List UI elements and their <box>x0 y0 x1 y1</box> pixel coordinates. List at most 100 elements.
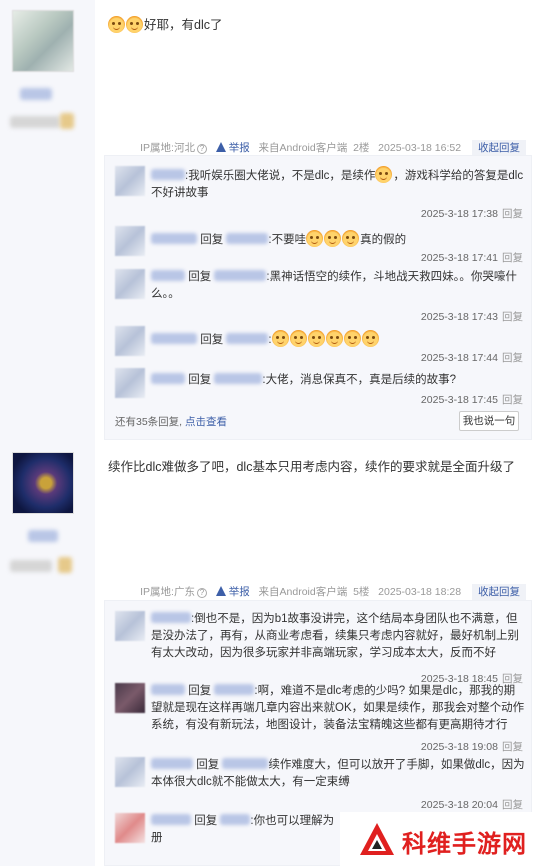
reply-body: :你也可以理解为 <box>250 815 335 827</box>
reply-prefix: 回复 <box>188 685 212 697</box>
post-meta: IP属地:河北? 举报 来自Android客户端 2楼 2025-03-18 1… <box>140 140 526 156</box>
user-sidebar <box>0 0 95 866</box>
reply-username[interactable] <box>151 333 197 344</box>
reply-list: :我听娱乐圈大佬说，不是dlc，是续作 ，游戏科学给的答复是dlc不好讲故事 20… <box>104 155 532 440</box>
reply-body: :不要哇 <box>268 234 307 246</box>
user-badge-icon <box>58 557 72 573</box>
ip-location: IP属地:广东 <box>140 586 195 598</box>
floor-number: 2楼 <box>353 142 370 154</box>
reply-target-username[interactable] <box>226 233 269 244</box>
reply-avatar[interactable] <box>115 326 145 356</box>
reply-target-username[interactable] <box>226 333 269 344</box>
reply-username[interactable] <box>151 814 191 825</box>
post-content: 续作比dlc难做多了吧，dlc基本只用考虑内容，续作的要求就是全面升级了 <box>108 460 515 474</box>
reply-prefix: 回复 <box>200 334 224 346</box>
reply-avatar[interactable] <box>115 611 145 641</box>
reply-avatar[interactable] <box>115 683 145 713</box>
reply-time: 2025-3-18 17:43 回复 <box>421 309 523 324</box>
reply-target-username[interactable] <box>222 758 269 769</box>
avatar[interactable] <box>12 452 74 514</box>
reply-avatar[interactable] <box>115 368 145 398</box>
help-icon[interactable]: ? <box>196 144 207 154</box>
reply-username[interactable] <box>151 233 197 244</box>
fold-replies-button[interactable]: 收起回复 <box>472 140 526 156</box>
list-item: 回复 :啊，难道不是dlc考虑的少吗? 如果是dlc，那我的期望就是现在这样再端… <box>115 683 525 754</box>
avatar[interactable] <box>12 10 74 72</box>
reply-button[interactable]: 回复 <box>502 311 523 323</box>
cry-emoji-icon <box>324 230 342 247</box>
reply-button[interactable]: 回复 <box>502 252 523 264</box>
user-badge-icon <box>60 113 74 129</box>
post-time: 2025-03-18 18:28 <box>378 586 462 598</box>
reply-text: 回复 :黑神话悟空的续作，斗地战天救四妹。。你哭嚎什么。。 <box>151 269 525 303</box>
help-icon[interactable]: ? <box>196 588 207 598</box>
reply-text: 回复 :不要哇 真的假的 <box>151 230 525 249</box>
reply-text: :我听娱乐圈大佬说，不是dlc，是续作 ，游戏科学给的答复是dlc不好讲故事 <box>151 166 525 202</box>
reply-prefix: 回复 <box>196 759 220 771</box>
post-text: 好耶，有dlc了 <box>144 18 223 32</box>
reply-avatar[interactable] <box>115 757 145 787</box>
reply-avatar[interactable] <box>115 226 145 256</box>
fold-replies-button[interactable]: 收起回复 <box>472 584 526 600</box>
username-blurred[interactable] <box>28 530 58 542</box>
report-icon[interactable] <box>215 586 227 596</box>
reply-text: 回复 续作难度大，但可以放开了手脚，如果做dlc，因为本体很大dlc就不能做太大… <box>151 757 525 791</box>
post-meta: IP属地:广东? 举报 来自Android客户端 5楼 2025-03-18 1… <box>140 584 526 600</box>
reply-target-username[interactable] <box>214 270 267 281</box>
reply-target-username[interactable] <box>214 373 263 384</box>
smile-emoji-icon <box>126 16 143 33</box>
reply-text: 回复 : <box>151 330 525 349</box>
reply-timestamp: 2025-3-18 17:45 <box>420 394 498 406</box>
reply-time: 2025-3-18 17:38 回复 <box>421 206 523 221</box>
client-source: 来自Android客户端 <box>258 586 348 598</box>
reply-target-username[interactable] <box>214 684 255 695</box>
reply-timestamp: 2025-3-18 17:43 <box>420 311 498 323</box>
reply-username[interactable] <box>151 169 185 180</box>
reply-button[interactable]: 回复 <box>502 394 523 406</box>
user-level-blurred <box>10 560 52 572</box>
cry-emoji-icon <box>342 230 360 247</box>
reply-prefix: 回复 <box>194 815 218 827</box>
reply-time: 2025-3-18 17:41 回复 <box>421 250 523 265</box>
reply-button[interactable]: 回复 <box>502 352 523 364</box>
laugh-cry-emoji-icon <box>307 330 325 347</box>
reply-timestamp: 2025-3-18 20:04 <box>420 799 498 811</box>
reply-avatar[interactable] <box>115 813 145 843</box>
reply-body-cont: 册 <box>151 832 163 844</box>
reply-timestamp: 2025-3-18 17:38 <box>420 208 498 220</box>
report-icon[interactable] <box>215 142 227 152</box>
username-blurred[interactable] <box>20 88 52 100</box>
watermark-logo-icon <box>360 823 394 855</box>
report-link[interactable]: 举报 <box>229 586 250 598</box>
view-more-link[interactable]: 点击查看 <box>185 416 227 428</box>
reply-body: : <box>268 334 272 346</box>
reply-avatar[interactable] <box>115 166 145 196</box>
reply-username[interactable] <box>151 684 185 695</box>
list-item: 回复 :黑神话悟空的续作，斗地战天救四妹。。你哭嚎什么。。 2025-3-18 … <box>115 269 525 324</box>
user-level-blurred <box>10 116 60 128</box>
reply-time: 2025-3-18 17:44 回复 <box>421 350 523 365</box>
laugh-cry-emoji-icon <box>289 330 307 347</box>
reply-timestamp: 2025-3-18 17:41 <box>420 252 498 264</box>
reply-username[interactable] <box>151 373 185 384</box>
reply-button[interactable]: 回复 <box>502 799 523 811</box>
reply-body: :大佬，消息保真不，真是后续的故事? <box>262 374 456 386</box>
reply-text: :倒也不是，因为b1故事没讲完，这个结局本身团队也不满意，但是没办法了，再有，从… <box>151 611 525 662</box>
reply-button[interactable]: 回复 <box>502 208 523 220</box>
list-item: 回复 :不要哇 真的假的 2025-3-18 17:41 回复 <box>115 226 525 266</box>
reply-target-username[interactable] <box>220 814 251 825</box>
reply-username[interactable] <box>151 270 185 281</box>
reply-prefix: 回复 <box>188 271 212 283</box>
list-item: :倒也不是，因为b1故事没讲完，这个结局本身团队也不满意，但是没办法了，再有，从… <box>115 611 525 685</box>
reply-time: 2025-3-18 19:08 回复 <box>421 739 523 754</box>
reply-username[interactable] <box>151 758 193 769</box>
reply-avatar[interactable] <box>115 269 145 299</box>
smile-emoji-icon <box>108 16 125 33</box>
write-reply-button[interactable]: 我也说一句 <box>459 411 519 431</box>
reply-button[interactable]: 回复 <box>502 741 523 753</box>
report-link[interactable]: 举报 <box>229 142 250 154</box>
reply-body: :倒也不是，因为b1故事没讲完，这个结局本身团队也不满意，但是没办法了，再有，从… <box>151 613 519 659</box>
reply-username[interactable] <box>151 612 191 623</box>
post-content: 好耶，有dlc了 <box>108 14 222 33</box>
reply-text: 回复 :啊，难道不是dlc考虑的少吗? 如果是dlc，那我的期望就是现在这样再端… <box>151 683 525 734</box>
